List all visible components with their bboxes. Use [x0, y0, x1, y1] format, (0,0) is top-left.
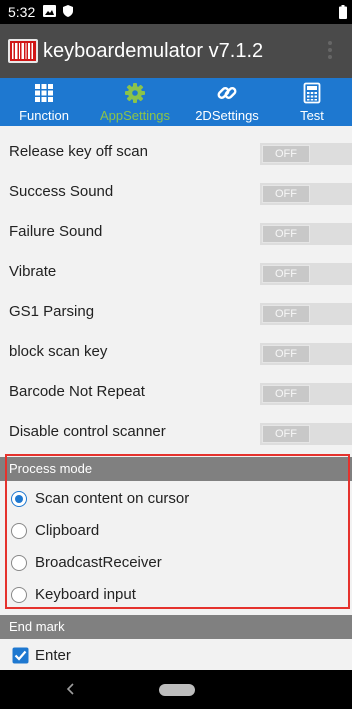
setting-disable-control-scanner: Disable control scanner OFF: [0, 412, 352, 452]
tab-label: 2DSettings: [195, 108, 259, 123]
app-title: keyboardemulator v7.1.2: [43, 40, 264, 62]
tab-bar: Function AppSettings 2DSettings Test: [0, 78, 352, 126]
tab-appsettings[interactable]: AppSettings: [88, 78, 182, 126]
checkbox-label: Enter: [35, 647, 71, 664]
tab-2dsettings[interactable]: 2DSettings: [182, 78, 272, 126]
toggle-state: OFF: [262, 345, 310, 363]
setting-label: block scan key: [9, 343, 108, 360]
toggle-state: OFF: [262, 265, 310, 283]
setting-vibrate: Vibrate OFF: [0, 252, 352, 292]
shield-icon: [63, 5, 73, 17]
toggle-state: OFF: [262, 185, 310, 203]
setting-label: Release key off scan: [9, 143, 148, 160]
setting-label: Success Sound: [9, 183, 114, 200]
barcode-logo-icon: [8, 39, 38, 63]
app-bar: keyboardemulator v7.1.2: [0, 24, 352, 78]
setting-label: Barcode Not Repeat: [9, 383, 145, 400]
toggle-state: OFF: [262, 305, 310, 323]
block-scan-key-toggle[interactable]: OFF: [260, 343, 352, 365]
setting-barcode-not-repeat: Barcode Not Repeat OFF: [0, 372, 352, 412]
gs1-parsing-toggle[interactable]: OFF: [260, 303, 352, 325]
barcode-not-repeat-toggle[interactable]: OFF: [260, 383, 352, 405]
setting-label: Failure Sound: [9, 223, 103, 240]
navigation-bar: [0, 670, 352, 709]
back-icon[interactable]: [64, 681, 78, 697]
battery-icon: [339, 5, 347, 19]
checkbox-checked-icon[interactable]: [12, 647, 29, 664]
setting-label: Disable control scanner: [9, 423, 166, 440]
tab-label: AppSettings: [99, 108, 171, 123]
gear-icon: [125, 83, 145, 103]
image-icon: [43, 5, 56, 17]
setting-label: GS1 Parsing: [9, 303, 95, 320]
vibrate-toggle[interactable]: OFF: [260, 263, 352, 285]
link-icon: [217, 87, 237, 99]
grid-icon: [35, 84, 53, 102]
end-mark-header: End mark: [0, 615, 352, 639]
failure-sound-toggle[interactable]: OFF: [260, 223, 352, 245]
success-sound-toggle[interactable]: OFF: [260, 183, 352, 205]
release-key-off-scan-toggle[interactable]: OFF: [260, 143, 352, 165]
toggle-state: OFF: [262, 385, 310, 403]
status-time: 5:32: [8, 4, 36, 20]
setting-failure-sound: Failure Sound OFF: [0, 212, 352, 252]
tab-function[interactable]: Function: [0, 78, 88, 126]
settings-content: Release key off scan OFF Success Sound O…: [0, 126, 352, 670]
home-button[interactable]: [159, 684, 195, 696]
overflow-menu-icon[interactable]: [320, 38, 340, 64]
tab-label: Function: [19, 108, 69, 123]
tab-test[interactable]: Test: [272, 78, 352, 126]
toggle-state: OFF: [262, 145, 310, 163]
disable-control-scanner-toggle[interactable]: OFF: [260, 423, 352, 445]
setting-block-scan-key: block scan key OFF: [0, 332, 352, 372]
tab-label: Test: [300, 108, 324, 123]
highlight-box: [5, 454, 350, 609]
calculator-icon: [303, 82, 321, 104]
setting-gs1-parsing: GS1 Parsing OFF: [0, 292, 352, 332]
setting-release-key-off-scan: Release key off scan OFF: [0, 132, 352, 172]
checkbox-enter[interactable]: Enter: [0, 641, 352, 670]
toggle-state: OFF: [262, 425, 310, 443]
setting-label: Vibrate: [9, 263, 57, 280]
status-bar: 5:32: [0, 0, 352, 24]
toggle-state: OFF: [262, 225, 310, 243]
setting-success-sound: Success Sound OFF: [0, 172, 352, 212]
